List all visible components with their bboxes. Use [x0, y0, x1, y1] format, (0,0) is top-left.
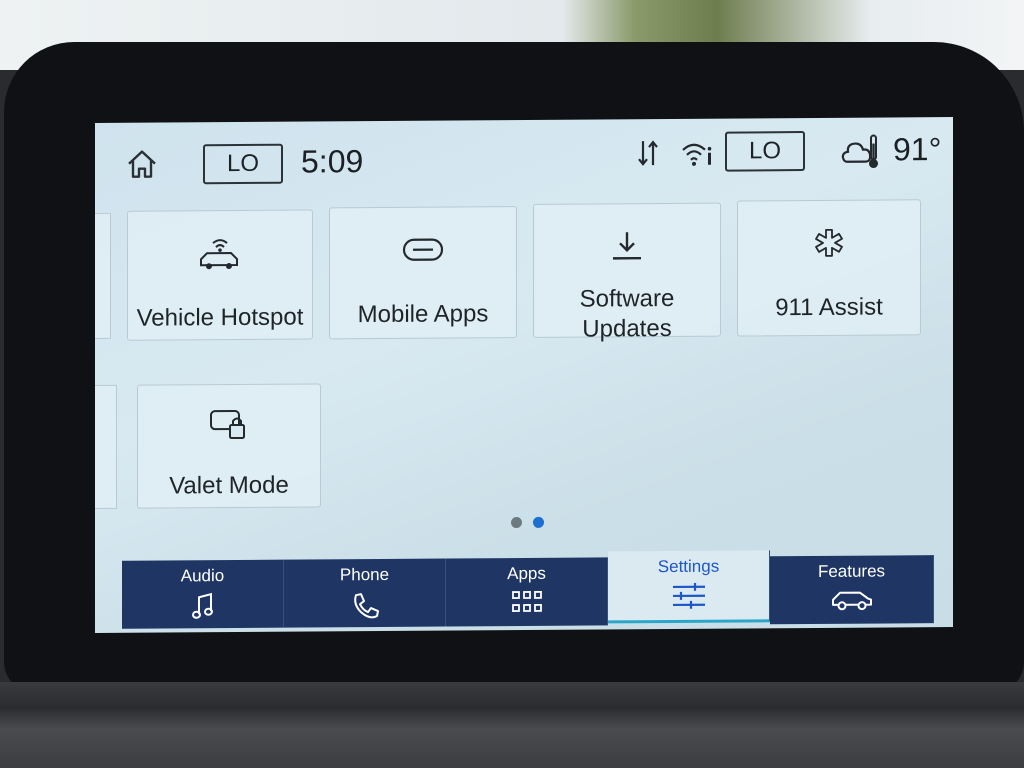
tile-vehicle-hotspot[interactable]: Vehicle Hotspot [127, 209, 313, 341]
status-bar: LO 5:09 LO 91° [95, 117, 953, 203]
tile-label: Vehicle Hotspot [136, 303, 304, 332]
clock: 5:09 [301, 143, 364, 180]
climate-left-value: LO [226, 149, 259, 178]
tab-label: Apps [507, 563, 546, 584]
climate-left-button[interactable]: LO [203, 143, 283, 185]
cloud-thermometer-icon [839, 132, 881, 172]
page-dot[interactable] [511, 517, 522, 529]
car-hotspot-icon [195, 233, 245, 277]
infotainment-screen: LO 5:09 LO 91° Vehicle Hotspot Mobile Ap… [95, 117, 953, 633]
tile-label: 911 Assist [775, 293, 883, 322]
partial-tile [95, 384, 117, 510]
tab-label: Features [817, 561, 886, 581]
outside-temperature: 91° [893, 131, 942, 168]
tab-label: Audio [180, 566, 225, 586]
phone-icon [350, 591, 380, 626]
link-icon [401, 236, 445, 268]
page-indicator [509, 516, 549, 529]
tab-label: Settings [657, 556, 720, 577]
screen-lock-icon [208, 407, 250, 447]
tile-label: Mobile Apps [357, 300, 489, 329]
tile-mobile-apps[interactable]: Mobile Apps [329, 206, 517, 340]
partial-tile [95, 212, 111, 340]
data-transfer-icon [635, 137, 661, 169]
bottom-nav: Audio Phone Apps Settings Features [122, 549, 934, 629]
tab-settings[interactable]: Settings [608, 550, 770, 624]
tab-apps[interactable]: Apps [446, 557, 608, 627]
climate-right-button[interactable]: LO [725, 131, 805, 172]
music-note-icon [191, 592, 214, 625]
car-icon [830, 588, 874, 617]
tile-label: Software [579, 284, 675, 313]
tab-audio[interactable]: Audio [122, 559, 284, 629]
tab-label: Phone [339, 564, 390, 585]
tile-911-assist[interactable]: 911 Assist [737, 199, 921, 337]
tile-software-updates[interactable]: Software Updates [533, 202, 721, 343]
climate-right-value: LO [748, 137, 781, 165]
apps-grid-icon [511, 590, 543, 619]
home-icon[interactable] [125, 147, 159, 181]
dashboard-trim [0, 682, 1024, 768]
tile-label: Valet Mode [169, 471, 289, 500]
page-dot-active[interactable] [533, 516, 544, 528]
tab-features[interactable]: Features [770, 555, 934, 625]
medical-star-icon [813, 227, 845, 263]
wifi-info-icon [681, 139, 715, 169]
tile-label: Updates [582, 314, 672, 343]
tile-valet-mode[interactable]: Valet Mode [137, 383, 321, 509]
download-icon [609, 228, 645, 268]
sliders-icon [671, 582, 707, 614]
tab-phone[interactable]: Phone [284, 558, 446, 628]
